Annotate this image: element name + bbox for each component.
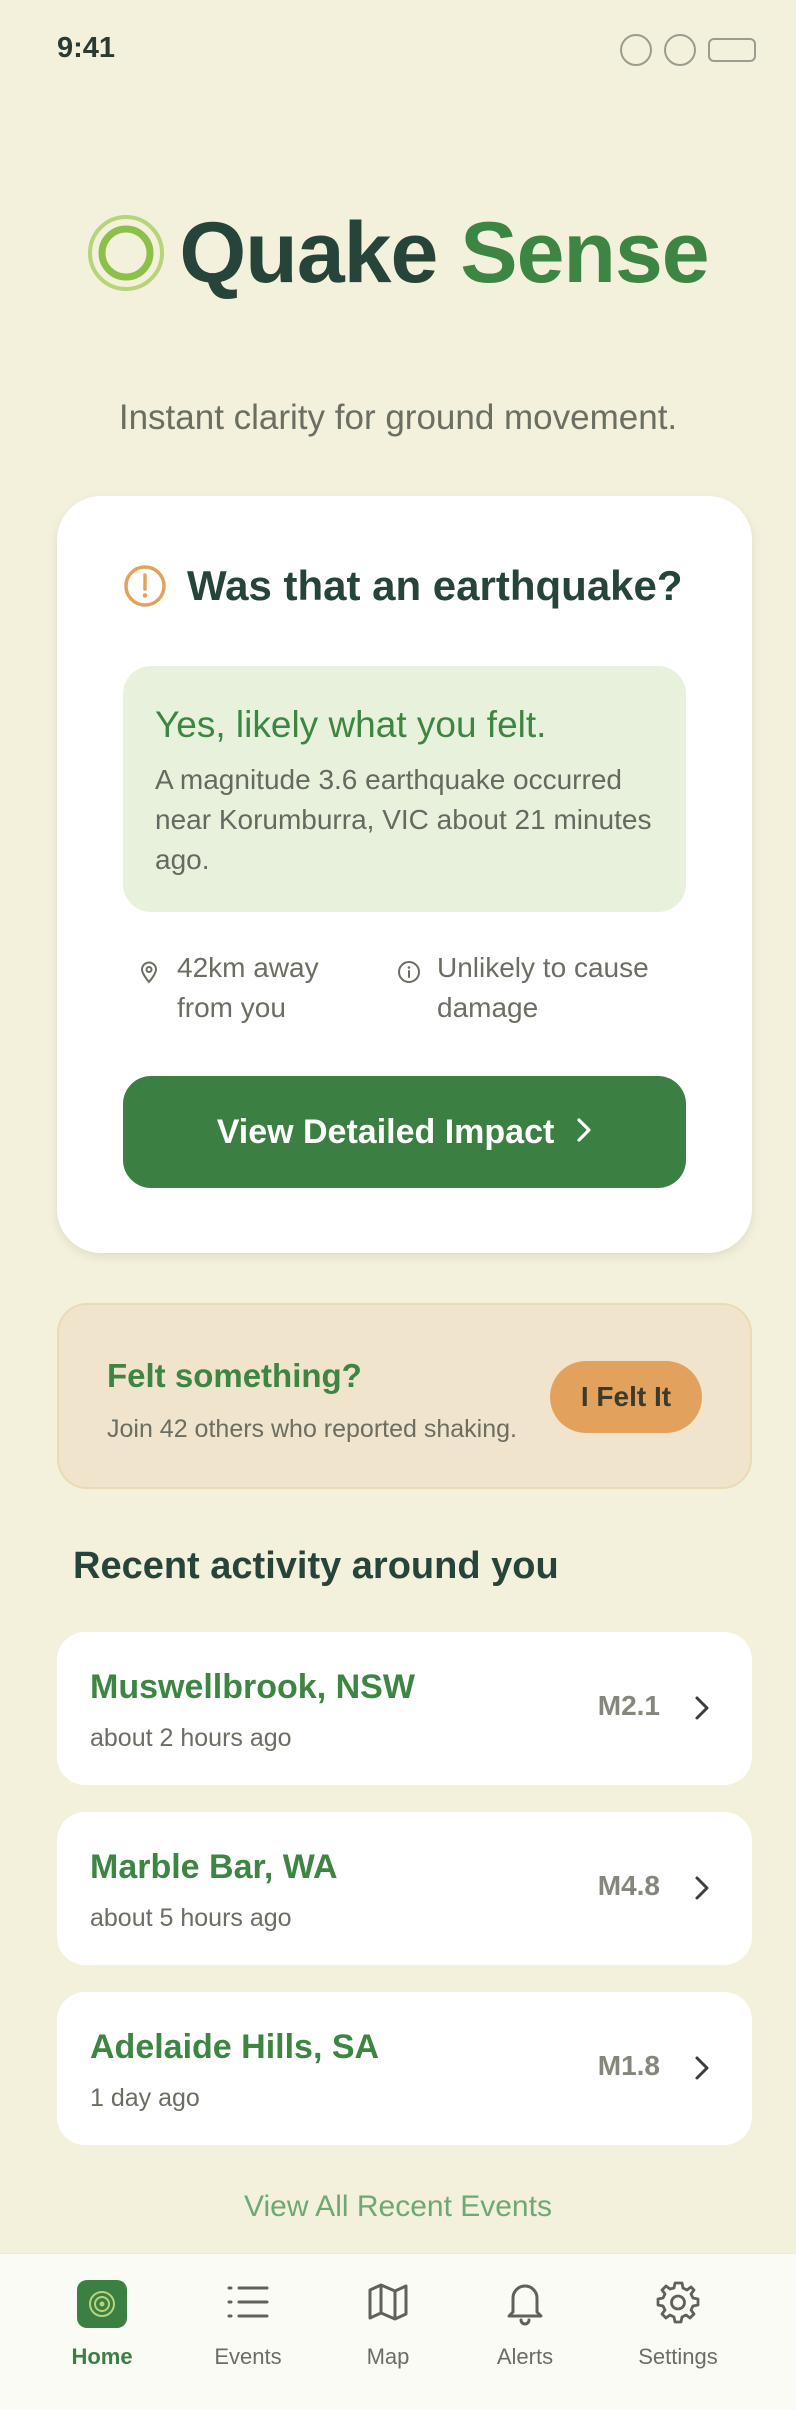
event-card[interactable]: Marble Bar, WA about 5 hours ago M4.8 <box>57 1812 752 1965</box>
distance-info: 42km away from you <box>137 948 367 1028</box>
app-logo: Quake Sense <box>0 210 796 296</box>
chevron-right-icon <box>692 2054 712 2082</box>
felt-something-banner: Felt something? Join 42 others who repor… <box>57 1303 752 1489</box>
app-title: Quake Sense <box>179 210 709 296</box>
status-icons <box>620 34 756 66</box>
answer-box: Yes, likely what you felt. A magnitude 3… <box>123 666 686 912</box>
app-title-part1: Quake <box>179 205 438 301</box>
tagline: Instant clarity for ground movement. <box>118 398 678 437</box>
bottom-nav: Home Events Map Alerts Settings <box>0 2253 796 2410</box>
chevron-right-icon <box>692 1694 712 1722</box>
target-icon <box>77 2280 127 2328</box>
battery-icon <box>708 38 756 62</box>
recent-activity-title: Recent activity around you <box>73 1545 559 1587</box>
earthquake-check-card: Was that an earthquake? Yes, likely what… <box>57 496 752 1253</box>
view-all-events-link[interactable]: View All Recent Events <box>0 2190 796 2224</box>
felt-subtitle: Join 42 others who reported shaking. <box>107 1415 517 1443</box>
gear-icon <box>655 2279 701 2330</box>
alert-circle-icon <box>123 564 167 608</box>
distance-text: 42km away from you <box>177 952 319 1023</box>
event-place: Marble Bar, WA <box>90 1848 338 1886</box>
signal-icon <box>620 34 652 66</box>
event-card[interactable]: Adelaide Hills, SA 1 day ago M1.8 <box>57 1992 752 2145</box>
map-icon <box>366 2280 410 2329</box>
event-place: Muswellbrook, NSW <box>90 1668 415 1706</box>
nav-events[interactable]: Events <box>183 2278 313 2370</box>
meta-row: 42km away from you Unlikely to cause dam… <box>137 948 692 1028</box>
view-detailed-impact-button[interactable]: View Detailed Impact <box>123 1076 686 1188</box>
app-title-part2: Sense <box>460 205 709 301</box>
nav-label: Map <box>366 2344 410 2369</box>
list-icon <box>226 2282 270 2327</box>
info-icon <box>397 960 421 984</box>
status-bar: 9:41 <box>57 30 756 66</box>
event-magnitude: M2.1 <box>597 1690 660 1721</box>
event-magnitude: M1.8 <box>597 2050 660 2081</box>
logo-target-icon <box>87 214 165 292</box>
answer-body: A magnitude 3.6 earthquake occurred near… <box>155 764 652 875</box>
i-felt-it-button[interactable]: I Felt It <box>550 1361 702 1433</box>
status-time: 9:41 <box>57 32 116 64</box>
event-time: about 2 hours ago <box>90 1724 292 1752</box>
event-time: about 5 hours ago <box>90 1904 292 1932</box>
felt-title: Felt something? <box>107 1357 362 1394</box>
nav-label: Home <box>71 2344 133 2369</box>
bell-icon <box>503 2278 547 2331</box>
chevron-right-icon <box>576 1113 592 1152</box>
damage-info: Unlikely to cause damage <box>397 948 677 1028</box>
nav-home[interactable]: Home <box>37 2278 167 2370</box>
event-magnitude: M4.8 <box>597 1870 660 1901</box>
card-title: Was that an earthquake? <box>187 562 683 609</box>
recent-event-list: Muswellbrook, NSW about 2 hours ago M2.1… <box>57 1632 752 2172</box>
nav-label: Events <box>214 2344 282 2369</box>
view-detailed-impact-label: View Detailed Impact <box>216 1112 555 1151</box>
nav-map[interactable]: Map <box>323 2278 453 2370</box>
nav-settings[interactable]: Settings <box>613 2278 743 2370</box>
event-place: Adelaide Hills, SA <box>90 2028 380 2066</box>
nav-alerts[interactable]: Alerts <box>460 2278 590 2370</box>
map-pin-icon <box>137 960 161 984</box>
answer-title: Yes, likely what you felt. <box>155 704 547 745</box>
chevron-right-icon <box>692 1874 712 1902</box>
damage-text: Unlikely to cause damage <box>437 952 649 1023</box>
card-header: Was that an earthquake? <box>123 562 683 610</box>
event-card[interactable]: Muswellbrook, NSW about 2 hours ago M2.1 <box>57 1632 752 1785</box>
event-time: 1 day ago <box>90 2084 200 2112</box>
nav-label: Alerts <box>496 2344 554 2369</box>
wifi-icon <box>664 34 696 66</box>
nav-label: Settings <box>638 2344 718 2369</box>
